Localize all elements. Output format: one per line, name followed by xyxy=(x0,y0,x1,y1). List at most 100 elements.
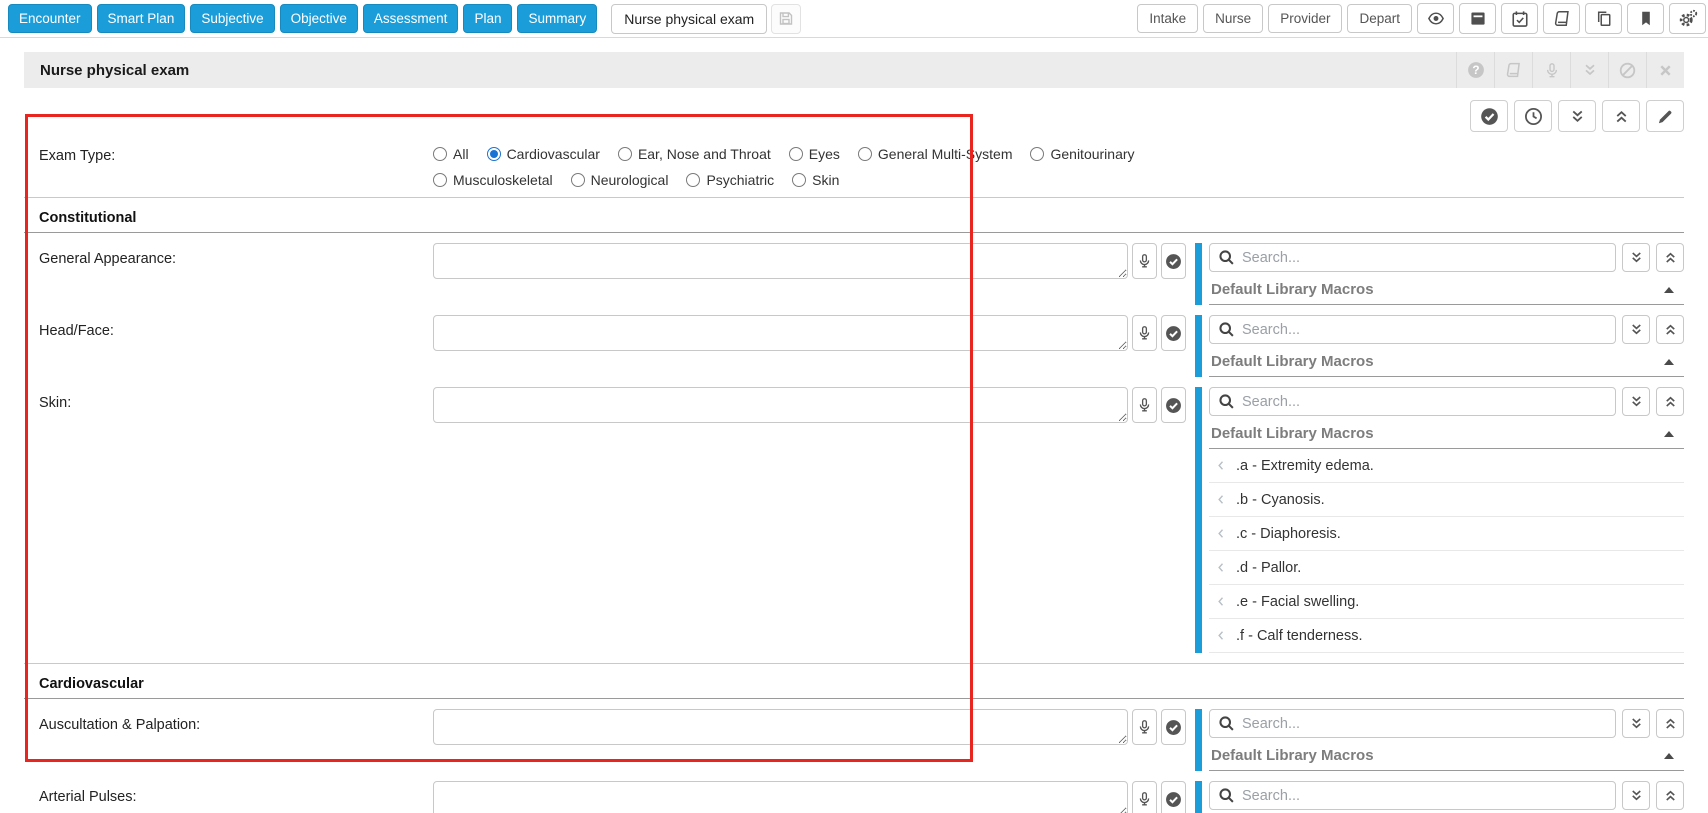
exam-type-option[interactable]: All xyxy=(433,146,469,162)
stage-button[interactable]: Intake xyxy=(1137,4,1198,33)
radio-button[interactable] xyxy=(433,147,447,161)
macros-header[interactable]: Default Library Macros xyxy=(1209,421,1684,449)
exam-type-option[interactable]: Genitourinary xyxy=(1030,146,1134,162)
radio-button[interactable] xyxy=(792,173,806,187)
stage-button[interactable]: Provider xyxy=(1268,4,1342,33)
expand-macros-button[interactable] xyxy=(1622,315,1650,344)
nav-button[interactable]: Encounter xyxy=(8,4,92,33)
macro-item[interactable]: .a - Extremity edema. xyxy=(1209,449,1684,483)
save-button[interactable] xyxy=(771,4,801,34)
check-circle-icon xyxy=(1165,253,1182,270)
macro-item[interactable]: .b - Cyanosis. xyxy=(1209,483,1684,517)
radio-button[interactable] xyxy=(858,147,872,161)
history-button[interactable] xyxy=(1514,100,1552,132)
nav-button[interactable]: Smart Plan xyxy=(97,4,186,33)
panel-accent-bar xyxy=(1195,709,1202,771)
radio-button[interactable] xyxy=(686,173,700,187)
radio-button[interactable] xyxy=(1030,147,1044,161)
nav-button[interactable]: Objective xyxy=(280,4,358,33)
bookmark-button[interactable] xyxy=(1627,3,1664,34)
exam-type-option[interactable]: Skin xyxy=(792,172,839,188)
exam-type-option[interactable]: General Multi-System xyxy=(858,146,1013,162)
expand-all-button[interactable] xyxy=(1558,100,1596,132)
radio-button[interactable] xyxy=(571,173,585,187)
macro-search-input[interactable] xyxy=(1209,709,1616,738)
macro-panel: Default Library Macros xyxy=(1195,315,1684,377)
form-library-button[interactable] xyxy=(1494,52,1532,88)
expand-macros-button[interactable] xyxy=(1622,709,1650,738)
exam-type-option[interactable]: Psychiatric xyxy=(686,172,774,188)
double-chevron-down-icon xyxy=(1629,250,1644,265)
macro-item[interactable]: .e - Facial swelling. xyxy=(1209,585,1684,619)
confirm-button[interactable] xyxy=(1161,709,1186,745)
radio-button[interactable] xyxy=(487,147,501,161)
nav-button[interactable]: Plan xyxy=(463,4,512,33)
macro-search-wrap xyxy=(1209,387,1616,416)
dictate-button[interactable] xyxy=(1132,243,1157,279)
stage-button[interactable]: Depart xyxy=(1347,4,1412,33)
complete-button[interactable] xyxy=(1470,100,1508,132)
macro-search-input[interactable] xyxy=(1209,243,1616,272)
nav-button[interactable]: Subjective xyxy=(190,4,274,33)
confirm-button[interactable] xyxy=(1161,387,1186,423)
double-chevron-down-icon xyxy=(1629,394,1644,409)
radio-button[interactable] xyxy=(433,173,447,187)
exam-text-input[interactable] xyxy=(433,781,1128,813)
nav-button[interactable]: Assessment xyxy=(363,4,459,33)
stage-button[interactable]: Nurse xyxy=(1203,4,1263,33)
radio-button[interactable] xyxy=(789,147,803,161)
form-close-button[interactable] xyxy=(1646,52,1684,88)
settings-button[interactable] xyxy=(1669,3,1706,34)
collapse-macros-button[interactable] xyxy=(1656,709,1684,738)
visibility-button[interactable] xyxy=(1417,3,1454,34)
collapse-all-button[interactable] xyxy=(1602,100,1640,132)
macro-item[interactable]: .d - Pallor. xyxy=(1209,551,1684,585)
dictate-button[interactable] xyxy=(1132,315,1157,351)
collapse-macros-button[interactable] xyxy=(1656,315,1684,344)
confirm-button[interactable] xyxy=(1161,781,1186,813)
nav-button[interactable]: Summary xyxy=(517,4,597,33)
exam-text-input[interactable] xyxy=(433,709,1128,745)
dictate-button[interactable] xyxy=(1132,387,1157,423)
exam-text-input[interactable] xyxy=(433,387,1128,423)
macro-search-input[interactable] xyxy=(1209,387,1616,416)
calendar-button[interactable] xyxy=(1501,3,1538,34)
collapse-macros-button[interactable] xyxy=(1656,243,1684,272)
exam-type-option[interactable]: Cardiovascular xyxy=(487,146,600,162)
exam-text-input[interactable] xyxy=(433,315,1128,351)
macros-header[interactable]: Default Library Macros xyxy=(1209,349,1684,377)
edit-button[interactable] xyxy=(1646,100,1684,132)
expand-macros-button[interactable] xyxy=(1622,243,1650,272)
exam-type-option[interactable]: Ear, Nose and Throat xyxy=(618,146,771,162)
macros-header[interactable]: Default Library Macros xyxy=(1209,277,1684,305)
confirm-button[interactable] xyxy=(1161,315,1186,351)
radio-label: Psychiatric xyxy=(706,172,774,188)
expand-macros-button[interactable] xyxy=(1622,387,1650,416)
form-collapse-button[interactable] xyxy=(1570,52,1608,88)
macro-search-input[interactable] xyxy=(1209,781,1616,810)
radio-button[interactable] xyxy=(618,147,632,161)
panel-accent-bar xyxy=(1195,243,1202,305)
copy-button[interactable] xyxy=(1585,3,1622,34)
exam-text-input[interactable] xyxy=(433,243,1128,279)
exam-type-option[interactable]: Musculoskeletal xyxy=(433,172,553,188)
chevron-left-icon xyxy=(1215,629,1227,642)
dictate-button[interactable] xyxy=(1132,709,1157,745)
archive-button[interactable] xyxy=(1459,3,1496,34)
form-dictate-button[interactable] xyxy=(1532,52,1570,88)
macro-search-input[interactable] xyxy=(1209,315,1616,344)
macro-item[interactable]: .c - Diaphoresis. xyxy=(1209,517,1684,551)
dictate-button[interactable] xyxy=(1132,781,1157,813)
bookmark-icon xyxy=(1638,10,1654,27)
help-button[interactable]: ? xyxy=(1456,52,1494,88)
library-button[interactable] xyxy=(1543,3,1580,34)
exam-type-option[interactable]: Eyes xyxy=(789,146,840,162)
expand-macros-button[interactable] xyxy=(1622,781,1650,810)
collapse-macros-button[interactable] xyxy=(1656,781,1684,810)
form-disable-button[interactable] xyxy=(1608,52,1646,88)
exam-type-option[interactable]: Neurological xyxy=(571,172,669,188)
collapse-macros-button[interactable] xyxy=(1656,387,1684,416)
macros-header[interactable]: Default Library Macros xyxy=(1209,743,1684,771)
macro-item[interactable]: .f - Calf tenderness. xyxy=(1209,619,1684,653)
confirm-button[interactable] xyxy=(1161,243,1186,279)
